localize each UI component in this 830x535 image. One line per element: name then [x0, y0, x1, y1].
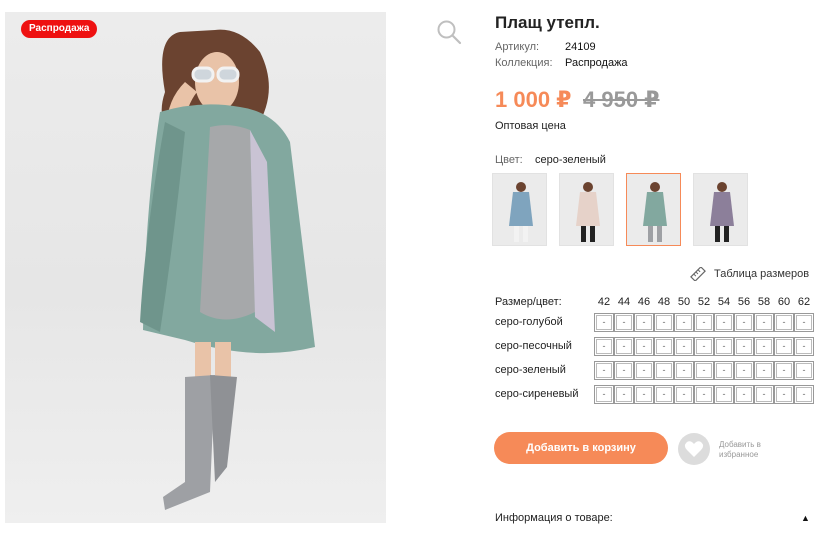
qty-cell[interactable]: -: [694, 337, 714, 356]
ruler-icon: [690, 267, 706, 281]
model-figure: [140, 29, 315, 510]
size-row-color: серо-сиреневый: [495, 388, 579, 400]
size-row: - - - - - - - - - - -: [594, 385, 814, 404]
color-label: Цвет:: [495, 154, 523, 166]
collapse-arrow-icon[interactable]: ▲: [801, 513, 810, 523]
qty-cell[interactable]: -: [634, 361, 654, 380]
qty-cell[interactable]: -: [694, 313, 714, 332]
qty-cell[interactable]: -: [714, 361, 734, 380]
collection-value: Распродажа: [565, 57, 628, 69]
size-row: - - - - - - - - - - -: [594, 313, 814, 332]
qty-cell[interactable]: -: [614, 385, 634, 404]
size-row-color: серо-зеленый: [495, 364, 566, 376]
qty-cell[interactable]: -: [634, 313, 654, 332]
qty-cell[interactable]: -: [594, 385, 614, 404]
qty-cell[interactable]: -: [614, 313, 634, 332]
old-price: 4 950 ₽: [583, 87, 660, 112]
qty-cell[interactable]: -: [674, 313, 694, 332]
article-row: Артикул: 24109: [495, 41, 596, 53]
size-header: 62: [797, 296, 811, 308]
qty-cell[interactable]: -: [714, 385, 734, 404]
size-row: - - - - - - - - - - -: [594, 361, 814, 380]
add-to-cart-button[interactable]: Добавить в корзину: [494, 432, 668, 464]
qty-cell[interactable]: -: [734, 337, 754, 356]
qty-cell[interactable]: -: [594, 313, 614, 332]
article-value: 24109: [565, 41, 596, 53]
qty-cell[interactable]: -: [654, 385, 674, 404]
zoom-search-icon[interactable]: [436, 19, 462, 45]
qty-cell[interactable]: -: [694, 361, 714, 380]
qty-cell[interactable]: -: [714, 313, 734, 332]
size-chart-label: Таблица размеров: [714, 268, 810, 280]
color-swatch-sand[interactable]: [559, 173, 614, 246]
qty-cell[interactable]: -: [714, 337, 734, 356]
qty-cell[interactable]: -: [794, 337, 814, 356]
qty-cell[interactable]: -: [754, 337, 774, 356]
qty-cell[interactable]: -: [774, 361, 794, 380]
product-photo[interactable]: [5, 12, 386, 523]
qty-cell[interactable]: -: [754, 313, 774, 332]
qty-cell[interactable]: -: [734, 385, 754, 404]
qty-cell[interactable]: -: [654, 361, 674, 380]
favorite-label[interactable]: Добавить в избранное: [719, 440, 789, 460]
size-header: 50: [677, 296, 691, 308]
qty-cell[interactable]: -: [794, 361, 814, 380]
size-header: 56: [737, 296, 751, 308]
qty-cell[interactable]: -: [634, 385, 654, 404]
qty-cell[interactable]: -: [734, 313, 754, 332]
qty-cell[interactable]: -: [614, 361, 634, 380]
collection-row: Коллекция: Распродажа: [495, 57, 628, 69]
product-info-label: Информация о товаре:: [495, 512, 613, 524]
qty-cell[interactable]: -: [754, 385, 774, 404]
size-row-color: серо-голубой: [495, 316, 563, 328]
qty-cell[interactable]: -: [654, 313, 674, 332]
color-swatch-green[interactable]: [626, 173, 681, 246]
size-header: 52: [697, 296, 711, 308]
color-value: серо-зеленый: [535, 154, 606, 166]
qty-cell[interactable]: -: [754, 361, 774, 380]
heart-icon: [684, 441, 704, 457]
qty-cell[interactable]: -: [694, 385, 714, 404]
size-row: - - - - - - - - - - -: [594, 337, 814, 356]
qty-cell[interactable]: -: [634, 337, 654, 356]
size-header: 48: [657, 296, 671, 308]
size-header: 54: [717, 296, 731, 308]
qty-cell[interactable]: -: [674, 385, 694, 404]
current-price: 1 000 ₽: [495, 87, 572, 112]
size-header: 60: [777, 296, 791, 308]
favorite-button[interactable]: [678, 433, 710, 465]
qty-cell[interactable]: -: [774, 337, 794, 356]
qty-cell[interactable]: -: [674, 361, 694, 380]
qty-cell[interactable]: -: [594, 337, 614, 356]
color-swatch-blue[interactable]: [492, 173, 547, 246]
qty-cell[interactable]: -: [654, 337, 674, 356]
wholesale-note: Оптовая цена: [495, 120, 566, 132]
qty-cell[interactable]: -: [594, 361, 614, 380]
qty-cell[interactable]: -: [674, 337, 694, 356]
size-grid-header: Размер/цвет:: [495, 296, 562, 308]
size-header: 58: [757, 296, 771, 308]
article-label: Артикул:: [495, 41, 540, 53]
collection-label: Коллекция:: [495, 57, 553, 69]
size-row-color: серо-песочный: [495, 340, 572, 352]
qty-cell[interactable]: -: [794, 385, 814, 404]
product-title: Плащ утепл.: [495, 13, 600, 32]
qty-cell[interactable]: -: [614, 337, 634, 356]
color-swatch-lilac[interactable]: [693, 173, 748, 246]
color-row: Цвет: серо-зеленый: [495, 154, 606, 166]
size-chart-link[interactable]: Таблица размеров: [690, 267, 809, 281]
size-header: 42: [597, 296, 611, 308]
qty-cell[interactable]: -: [774, 385, 794, 404]
qty-cell[interactable]: -: [794, 313, 814, 332]
size-header: 46: [637, 296, 651, 308]
qty-cell[interactable]: -: [734, 361, 754, 380]
qty-cell[interactable]: -: [774, 313, 794, 332]
size-header: 44: [617, 296, 631, 308]
sale-badge: Распродажа: [21, 20, 98, 38]
